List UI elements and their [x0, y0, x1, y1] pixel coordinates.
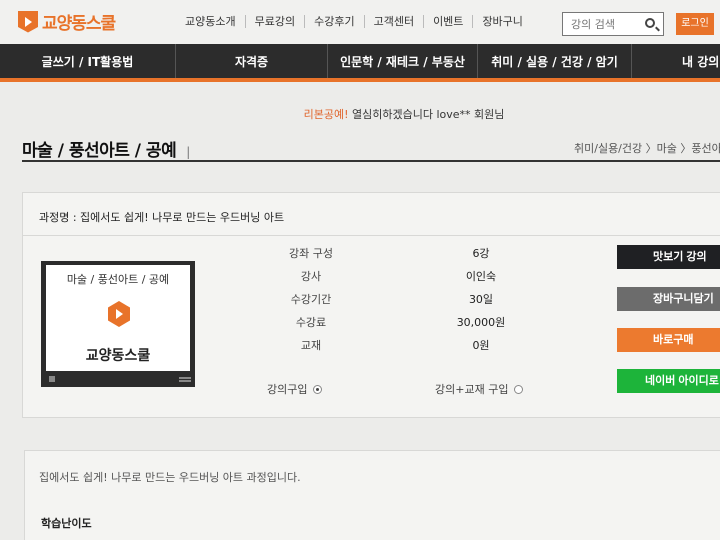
welcome-message: 리본공예! 열심히하겠습니다 love** 회원님	[0, 106, 720, 122]
title-divider	[22, 160, 720, 162]
course-info-table: 강좌 구성 6강 강사 이인숙 수강기간 30일 수강료 30,000원 교재 …	[251, 245, 551, 360]
topnav-reviews[interactable]: 수강후기	[305, 15, 365, 28]
breadcrumb[interactable]: 취미/실용/건강 〉마술 〉풍선아트	[574, 140, 720, 156]
thumbnail-category: 마술 / 풍선아트 / 공예	[66, 273, 170, 286]
search-box	[562, 12, 664, 36]
title-separator: |	[186, 145, 190, 159]
top-nav: 교양동소개 무료강의 수강후기 고객센터 이벤트 장바구니	[176, 15, 532, 28]
page-title: 마술 / 풍선아트 / 공예 |	[22, 136, 190, 161]
category-my-lectures[interactable]: 내 강의	[632, 44, 720, 78]
info-label: 수강기간	[290, 293, 332, 306]
monitor-dot-icon	[49, 376, 55, 382]
play-icon	[108, 301, 130, 327]
logo-play-icon	[18, 10, 38, 33]
info-label: 강사	[300, 270, 322, 283]
description-panel: 집에서도 쉽게! 나무로 만드는 우드버닝 아트 과정입니다. 학습난이도	[24, 450, 720, 540]
info-label: 수강료	[295, 316, 327, 329]
top-header: 교양동스쿨 교양동소개 무료강의 수강후기 고객센터 이벤트 장바구니 로그인	[0, 0, 720, 44]
info-label: 교재	[300, 339, 322, 352]
logo-text: 교양동스쿨	[42, 14, 116, 34]
info-row: 강좌 구성 6강	[251, 245, 551, 268]
info-row: 수강료 30,000원	[251, 314, 551, 337]
page-title-text: 마술 / 풍선아트 / 공예	[22, 141, 177, 161]
add-to-cart-button[interactable]: 장바구니담기	[617, 287, 720, 311]
search-icon[interactable]	[645, 18, 655, 28]
course-description: 집에서도 쉽게! 나무로 만드는 우드버닝 아트 과정입니다.	[39, 471, 301, 484]
info-value: 이인숙	[465, 270, 497, 283]
category-nav: 글쓰기 / IT활용법 자격증 인문학 / 재테크 / 부동산 취미 / 실용 …	[0, 44, 720, 82]
info-row: 수강기간 30일	[251, 291, 551, 314]
topnav-events[interactable]: 이벤트	[424, 15, 474, 28]
option-lecture-with-book[interactable]: 강의+교재 구입	[435, 381, 524, 397]
course-panel: 과정명 : 집에서도 쉽게! 나무로 만드는 우드버닝 아트 마술 / 풍선아트…	[22, 192, 720, 418]
login-button[interactable]: 로그인	[676, 13, 714, 35]
info-value: 30일	[468, 293, 494, 306]
info-value: 30,000원	[456, 316, 506, 329]
category-certificates[interactable]: 자격증	[176, 44, 328, 78]
topnav-customer-center[interactable]: 고객센터	[365, 15, 425, 28]
naver-buy-button[interactable]: 네이버 아이디로 구매	[617, 369, 720, 393]
info-label: 강좌 구성	[289, 247, 333, 260]
welcome-text: 열심히하겠습니다 love** 회원님	[352, 108, 505, 121]
monitor-lines-icon	[179, 377, 191, 382]
option-label: 강의구입	[267, 383, 308, 396]
info-value: 0원	[472, 339, 490, 352]
course-thumbnail[interactable]: 마술 / 풍선아트 / 공예 교양동스쿨	[41, 261, 195, 387]
radio-selected-icon[interactable]	[313, 384, 323, 394]
thumbnail-logo: 교양동스쿨	[85, 348, 151, 364]
category-writing-it[interactable]: 글쓰기 / IT활용법	[0, 44, 176, 78]
course-divider	[23, 235, 720, 236]
course-name: 과정명 : 집에서도 쉽게! 나무로 만드는 우드버닝 아트	[39, 211, 285, 224]
option-lecture-only[interactable]: 강의구입	[267, 381, 323, 397]
topnav-about[interactable]: 교양동소개	[176, 15, 246, 28]
info-value: 6강	[472, 247, 490, 260]
category-hobby[interactable]: 취미 / 실용 / 건강 / 암기	[478, 44, 632, 78]
option-label: 강의+교재 구입	[435, 383, 509, 396]
topnav-cart[interactable]: 장바구니	[473, 15, 531, 28]
buy-now-button[interactable]: 바로구매	[617, 328, 720, 352]
info-row: 교재 0원	[251, 337, 551, 360]
thumbnail-screen: 마술 / 풍선아트 / 공예 교양동스쿨	[46, 265, 190, 371]
preview-lecture-button[interactable]: 맛보기 강의	[617, 245, 720, 269]
category-humanities[interactable]: 인문학 / 재테크 / 부동산	[328, 44, 478, 78]
welcome-highlight: 리본공예!	[303, 108, 349, 121]
topnav-free-lectures[interactable]: 무료강의	[246, 15, 306, 28]
radio-unselected-icon[interactable]	[514, 384, 524, 394]
site-logo[interactable]: 교양동스쿨	[18, 9, 116, 34]
search-input[interactable]	[563, 13, 641, 36]
info-row: 강사 이인숙	[251, 268, 551, 291]
difficulty-heading: 학습난이도	[41, 517, 92, 530]
